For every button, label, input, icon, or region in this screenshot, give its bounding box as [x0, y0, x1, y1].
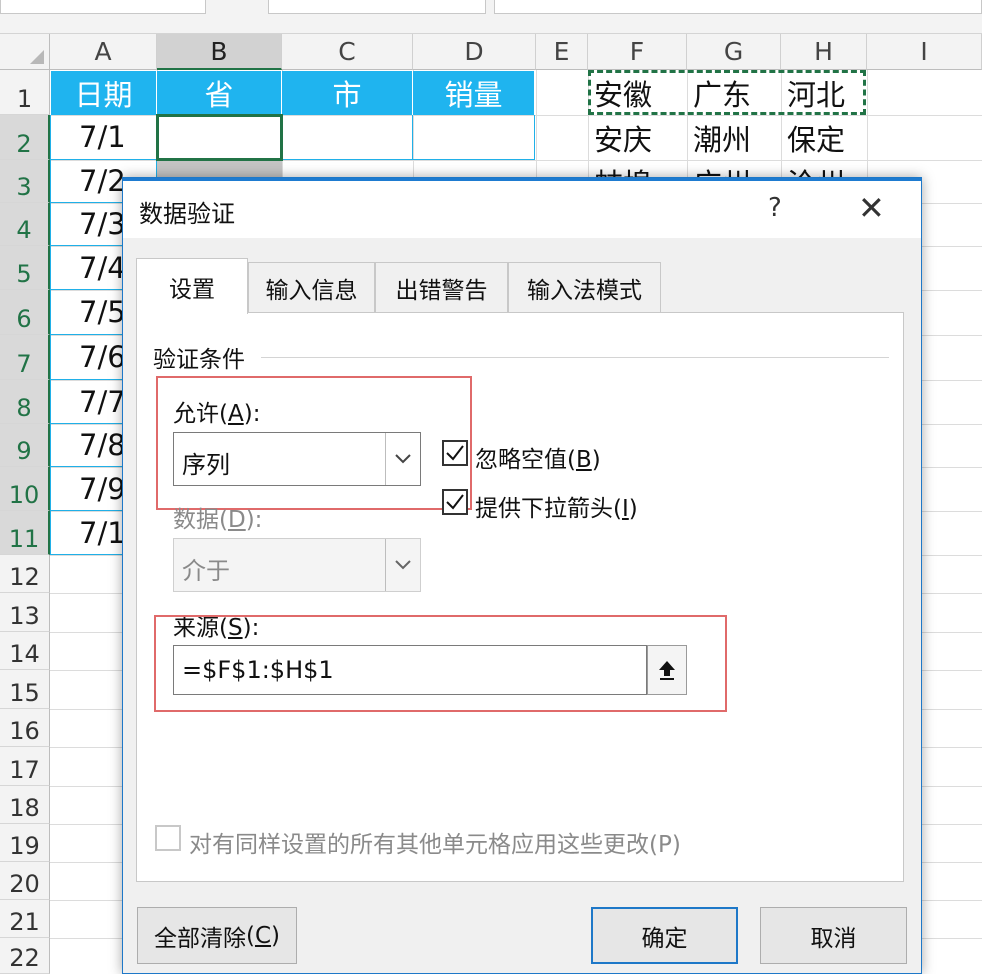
col-header-c[interactable]: C: [282, 34, 413, 70]
highlight-box-allow: [156, 376, 472, 510]
active-cell-b2[interactable]: [156, 114, 283, 161]
tab-ime-mode[interactable]: 输入法模式: [508, 262, 661, 312]
validation-criteria-label: 验证条件: [153, 347, 245, 373]
city-cell[interactable]: 保定: [781, 115, 867, 160]
formula-tools: [268, 0, 486, 14]
in-cell-dropdown-checkbox[interactable]: [442, 489, 468, 515]
col-header-e[interactable]: E: [536, 34, 588, 70]
apply-all-label[interactable]: 对有同样设置的所有其他单元格应用这些更改(P): [189, 825, 681, 859]
ignore-blank-checkbox[interactable]: [442, 440, 468, 466]
row-header[interactable]: 6: [0, 290, 50, 335]
name-box[interactable]: [0, 0, 206, 14]
row-header[interactable]: 2: [0, 115, 50, 160]
group-divider: [261, 357, 889, 358]
header-city[interactable]: 市: [282, 71, 413, 115]
highlight-box-source: [154, 615, 727, 712]
help-icon[interactable]: ?: [768, 193, 782, 223]
select-all-corner[interactable]: [0, 34, 50, 70]
row-header[interactable]: 17: [0, 747, 50, 786]
chevron-down-icon[interactable]: [385, 539, 420, 591]
row-header[interactable]: 16: [0, 709, 50, 747]
row-header[interactable]: 7: [0, 335, 50, 380]
col-header-h[interactable]: H: [781, 34, 867, 70]
date-cell[interactable]: 7/1: [50, 115, 157, 160]
row-header[interactable]: 22: [0, 938, 50, 974]
cell-c2[interactable]: [282, 115, 413, 160]
close-icon[interactable]: ✕: [858, 189, 885, 227]
row-header[interactable]: 18: [0, 786, 50, 824]
copy-marquee: [588, 70, 866, 115]
tab-input-message[interactable]: 输入信息: [248, 262, 375, 312]
col-header-i[interactable]: I: [867, 34, 982, 70]
in-cell-dropdown-label[interactable]: 提供下拉箭头(I): [475, 489, 638, 523]
row-header[interactable]: 8: [0, 380, 50, 424]
col-header-a[interactable]: A: [50, 34, 157, 70]
data-value: 介于: [182, 557, 230, 585]
row-header[interactable]: 20: [0, 862, 50, 900]
header-date[interactable]: 日期: [51, 71, 157, 115]
city-cell[interactable]: 潮州: [687, 115, 781, 160]
col-header-f[interactable]: F: [588, 34, 687, 70]
row-header[interactable]: 4: [0, 203, 50, 246]
data-select[interactable]: 介于: [173, 538, 421, 592]
row-header[interactable]: 21: [0, 900, 50, 938]
row-header[interactable]: 13: [0, 593, 50, 632]
col-header-g[interactable]: G: [687, 34, 781, 70]
row-header[interactable]: 10: [0, 467, 50, 511]
header-province[interactable]: 省: [157, 71, 282, 115]
ok-button[interactable]: 确定: [591, 907, 738, 964]
tab-error-alert[interactable]: 出错警告: [375, 262, 508, 312]
row-header[interactable]: 11: [0, 511, 50, 555]
row-header[interactable]: 5: [0, 246, 50, 290]
col-header-d[interactable]: D: [413, 34, 536, 70]
data-validation-dialog: 数据验证 ? ✕ 设置 输入信息 出错警告 输入法模式 验证条件 允许(A): …: [122, 177, 922, 974]
clear-all-button[interactable]: 全部清除(C): [137, 907, 297, 964]
dialog-titlebar[interactable]: 数据验证 ? ✕: [123, 178, 921, 238]
select-all-icon: [30, 50, 44, 64]
dialog-title: 数据验证: [139, 200, 235, 228]
header-sales[interactable]: 销量: [413, 71, 535, 115]
row-header[interactable]: 12: [0, 555, 50, 593]
row-header[interactable]: 3: [0, 160, 50, 203]
formula-input[interactable]: [494, 0, 982, 14]
row-header[interactable]: 14: [0, 632, 50, 670]
city-cell[interactable]: 安庆: [588, 115, 687, 160]
cell-d2[interactable]: [413, 115, 535, 160]
col-header-b[interactable]: B: [157, 34, 282, 70]
data-label: 数据(D):: [173, 507, 263, 533]
row-header[interactable]: 15: [0, 670, 50, 709]
row-header[interactable]: 9: [0, 424, 50, 467]
selected-range[interactable]: [157, 160, 282, 177]
row-header[interactable]: 1: [0, 70, 50, 115]
apply-all-checkbox[interactable]: [155, 825, 181, 851]
cancel-button[interactable]: 取消: [760, 907, 907, 964]
tab-settings[interactable]: 设置: [136, 258, 248, 314]
row-header[interactable]: 19: [0, 824, 50, 862]
ignore-blank-label[interactable]: 忽略空值(B): [475, 440, 601, 474]
